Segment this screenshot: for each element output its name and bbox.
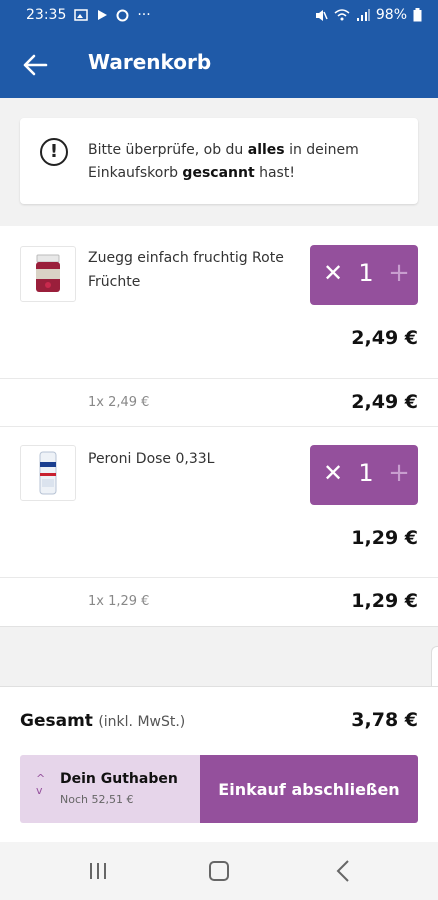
credit-title: Dein Guthaben: [60, 771, 178, 787]
item-price: 2,49 €: [351, 327, 418, 349]
signal-icon: [356, 8, 370, 21]
item-name: Peroni Dose 0,33L: [88, 451, 215, 467]
credit-toggle[interactable]: ^ v Dein Guthaben Noch 52,51 €: [20, 755, 200, 823]
status-bar: 23:35 ··· 98%: [0, 0, 438, 32]
home-icon[interactable]: [209, 861, 229, 881]
remove-icon[interactable]: ✕: [320, 460, 346, 486]
unit-price: 1x 1,29 €: [88, 594, 150, 609]
product-thumbnail: [20, 246, 76, 302]
item-price: 1,29 €: [351, 527, 418, 549]
line-total: 2,49 €: [351, 391, 418, 413]
total-value: 3,78 €: [351, 709, 418, 731]
sync-icon: [116, 9, 129, 21]
beer-can-icon: [39, 451, 57, 495]
remove-icon[interactable]: ✕: [320, 260, 346, 286]
scan-reminder-text: Bitte überprüfe, ob du alles in deinem E…: [88, 142, 359, 181]
scan-reminder-card: ! Bitte überprüfe, ob du alles in deinem…: [20, 118, 418, 204]
app-bar: Warenkorb: [0, 32, 438, 98]
total-label: Gesamt (inkl. MwSt.): [20, 711, 186, 731]
wifi-icon: [334, 8, 350, 20]
jam-jar-icon: [36, 254, 60, 292]
status-time: 23:35: [26, 7, 67, 23]
status-right: 98%: [314, 7, 422, 23]
credit-remaining: Noch 52,51 €: [60, 793, 134, 806]
status-left: 23:35 ···: [26, 7, 151, 23]
page-title: Warenkorb: [88, 50, 212, 74]
line-total: 1,29 €: [351, 590, 418, 612]
system-nav-bar: [0, 842, 438, 900]
recent-apps-icon[interactable]: [88, 862, 108, 880]
image-notification-icon: [74, 9, 89, 21]
quantity-value: 1: [358, 459, 374, 487]
expand-chevron-icon: ^ v: [36, 772, 46, 797]
increase-icon[interactable]: +: [386, 458, 412, 488]
unit-price: 1x 2,49 €: [88, 395, 150, 410]
quantity-stepper: ✕ 1 +: [310, 445, 418, 505]
info-exclamation-icon: !: [40, 138, 68, 166]
cart-item: Zuegg einfach fruchtig Rote Früchte ✕ 1 …: [0, 226, 438, 378]
checkout-button[interactable]: Einkauf abschließen: [200, 755, 418, 823]
quantity-value: 1: [358, 259, 374, 287]
quantity-stepper: ✕ 1 +: [310, 245, 418, 305]
play-store-icon: [98, 10, 108, 20]
item-unit-row: 1x 2,49 € 2,49 €: [0, 378, 438, 427]
more-notifications-icon: ···: [137, 7, 151, 23]
increase-icon[interactable]: +: [386, 258, 412, 288]
mute-icon: [315, 9, 328, 21]
checkout-footer: Gesamt (inkl. MwSt.) 3,78 € ^ v Dein Guth…: [0, 686, 438, 843]
back-arrow-icon[interactable]: [22, 52, 48, 78]
product-thumbnail: [20, 445, 76, 501]
cart-item: Peroni Dose 0,33L ✕ 1 + 1,29 €: [0, 426, 438, 577]
battery-text: 98%: [375, 7, 407, 23]
item-unit-row: 1x 1,29 € 1,29 €: [0, 577, 438, 627]
battery-icon: [413, 8, 422, 22]
system-back-icon[interactable]: [336, 859, 350, 883]
item-name: Zuegg einfach fruchtig Rote Früchte: [88, 250, 284, 290]
